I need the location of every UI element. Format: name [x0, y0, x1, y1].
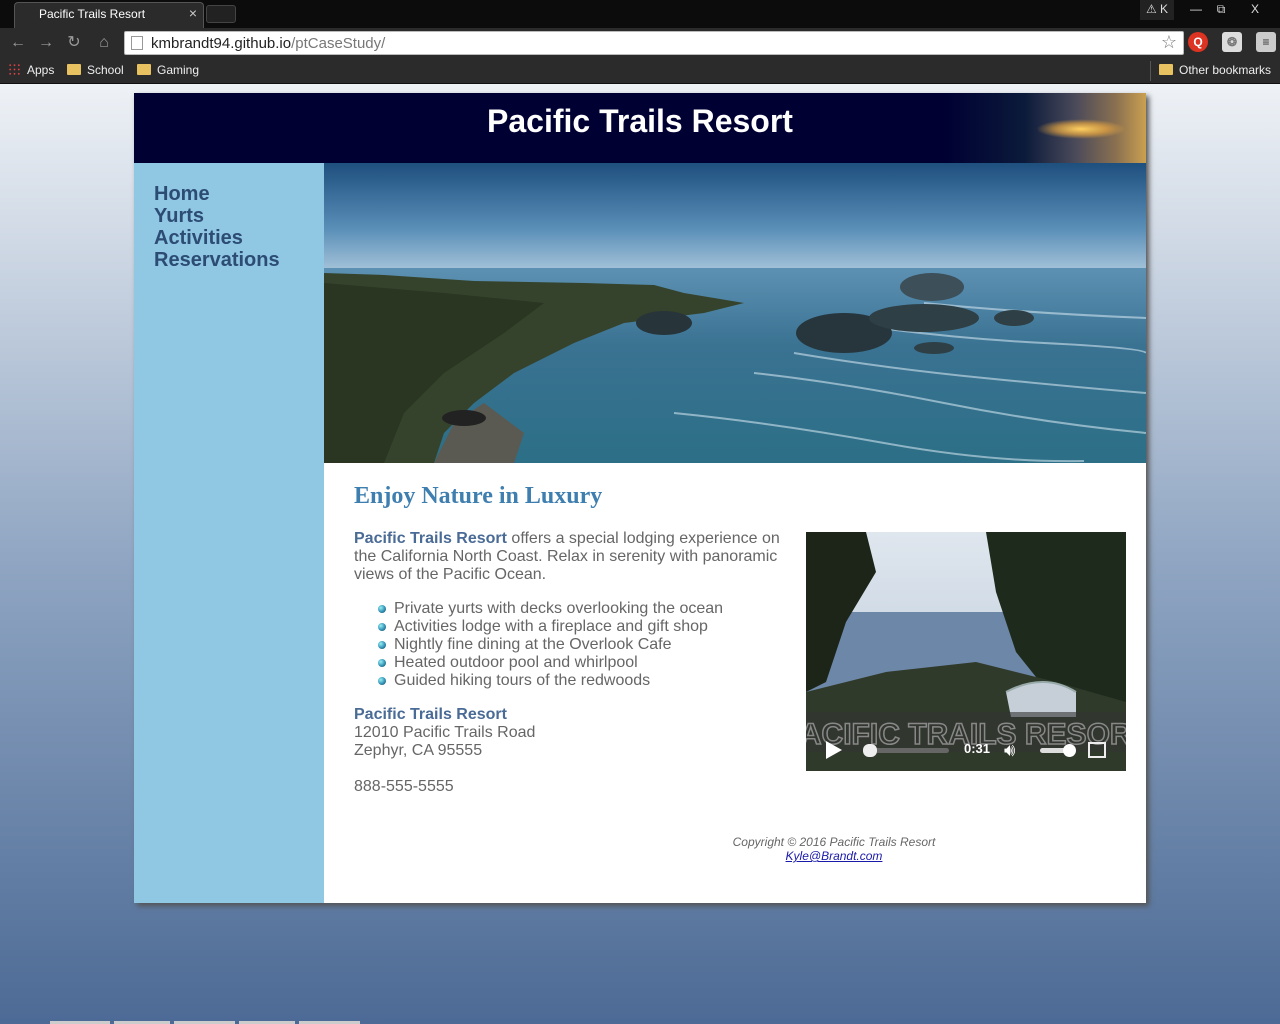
bullet-icon [378, 605, 386, 613]
bullet-icon [378, 659, 386, 667]
volume-icon[interactable]: 🔊︎ [1004, 740, 1015, 761]
contact-address: Pacific Trails Resort 12010 Pacific Trai… [354, 706, 535, 760]
features-list: Private yurts with decks overlooking the… [374, 600, 723, 690]
address-name: Pacific Trails Resort [354, 706, 507, 723]
back-arrow-icon[interactable]: ← [8, 33, 28, 53]
copyright-text: Copyright © 2016 Pacific Trails Resort [732, 835, 936, 849]
play-icon[interactable] [826, 741, 842, 759]
bookmark-gaming-label: Gaming [157, 63, 200, 77]
folder-icon [137, 64, 151, 75]
restore-button[interactable]: ⧉ [1209, 0, 1233, 20]
bookmark-other-label: Other bookmarks [1179, 63, 1272, 77]
seek-handle[interactable] [863, 744, 878, 757]
feature-text: Activities lodge with a fireplace and gi… [394, 618, 708, 635]
nav-link-reservations[interactable]: Reservations [154, 249, 280, 271]
menu-icon[interactable]: ≡ [1256, 32, 1276, 52]
address-bar[interactable]: kmbrandt94.github.io/ptCaseStudy/ ☆ [124, 31, 1184, 55]
list-item: Activities lodge with a fireplace and gi… [374, 618, 723, 636]
nav-link-home[interactable]: Home [154, 183, 280, 205]
folder-icon [67, 64, 81, 75]
browser-toolbar: ← → ↻ ⌂ kmbrandt94.github.io/ptCaseStudy… [0, 28, 1280, 58]
minimize-button[interactable]: — [1184, 0, 1208, 20]
bookmark-star-icon[interactable]: ☆ [1161, 32, 1177, 53]
page-heading: Enjoy Nature in Luxury [354, 483, 603, 509]
video-time: 0:31 [964, 741, 991, 756]
list-item: Heated outdoor pool and whirlpool [374, 654, 723, 672]
reload-icon[interactable]: ↻ [64, 33, 84, 53]
url-host: kmbrandt94.github.io [151, 35, 292, 52]
bookmark-school[interactable]: School [67, 63, 124, 77]
video-player[interactable]: PACIFIC TRAILS RESORT 0:31 🔊︎ [806, 532, 1126, 771]
close-window-button[interactable]: X [1236, 0, 1274, 20]
intro-brand: Pacific Trails Resort [354, 530, 507, 547]
close-tab-icon[interactable]: × [189, 5, 197, 21]
extension-icon[interactable]: ❂ [1222, 32, 1242, 52]
phone-number: 888-555-5555 [354, 778, 454, 795]
volume-handle[interactable] [1063, 744, 1076, 757]
browser-chrome: Pacific Trails Resort × ⚠ K — ⧉ X ← → ↻ … [0, 0, 1280, 84]
main-content: Enjoy Nature in Luxury Pacific Trails Re… [324, 463, 1146, 903]
bullet-icon [378, 641, 386, 649]
email-link[interactable]: Kyle@Brandt.com [786, 849, 883, 863]
coastline-hero-image [324, 163, 1146, 463]
bookmark-apps-label: Apps [27, 63, 55, 77]
profile-alert-icon[interactable]: ⚠ K [1140, 0, 1174, 20]
sidebar-nav: Home Yurts Activities Reservations [134, 163, 324, 903]
list-item: Private yurts with decks overlooking the… [374, 600, 723, 618]
address-street: 12010 Pacific Trails Road [354, 724, 536, 741]
bookmarks-divider [1150, 61, 1151, 81]
video-controls: 0:31 🔊︎ [806, 731, 1126, 771]
site-header: Pacific Trails Resort [134, 93, 1146, 163]
list-item: Nightly fine dining at the Overlook Cafe [374, 636, 723, 654]
list-item: Guided hiking tours of the redwoods [374, 672, 723, 690]
nav-link-activities[interactable]: Activities [154, 227, 280, 249]
tab-strip: Pacific Trails Resort × ⚠ K — ⧉ X [0, 0, 1280, 28]
folder-icon [1159, 64, 1173, 75]
bookmarks-bar: Apps School Gaming Other bookmarks [0, 58, 1280, 84]
bullet-icon [378, 677, 386, 685]
footer: Copyright © 2016 Pacific Trails Resort K… [514, 835, 1154, 863]
bookmark-apps[interactable]: Apps [8, 63, 54, 77]
bullet-icon [378, 623, 386, 631]
home-icon[interactable]: ⌂ [94, 33, 114, 53]
new-tab-button[interactable] [206, 5, 236, 23]
bookmark-other[interactable]: Other bookmarks [1159, 63, 1271, 77]
address-city: Zephyr, CA 95555 [354, 742, 483, 759]
tab-title: Pacific Trails Resort [39, 7, 146, 21]
volume-slider[interactable] [1040, 744, 1076, 757]
quora-extension-icon[interactable]: Q [1188, 32, 1208, 52]
url-path: /ptCaseStudy/ [291, 35, 386, 52]
feature-text: Heated outdoor pool and whirlpool [394, 654, 638, 671]
page-wrapper: Pacific Trails Resort Home Yurts Activit… [134, 93, 1146, 903]
nav-link-yurts[interactable]: Yurts [154, 205, 280, 227]
bookmark-gaming[interactable]: Gaming [137, 63, 199, 77]
intro-paragraph: Pacific Trails Resort offers a special l… [354, 530, 794, 584]
feature-text: Private yurts with decks overlooking the… [394, 600, 724, 617]
bookmark-school-label: School [87, 63, 124, 77]
page-icon [131, 36, 143, 50]
tab-pacific-trails[interactable]: Pacific Trails Resort × [14, 2, 204, 28]
feature-text: Nightly fine dining at the Overlook Cafe [394, 636, 672, 653]
site-title: Pacific Trails Resort [487, 103, 793, 139]
forward-arrow-icon[interactable]: → [36, 33, 56, 53]
fullscreen-icon[interactable] [1088, 742, 1106, 758]
seek-bar[interactable] [863, 744, 949, 757]
apps-grid-icon [8, 63, 21, 76]
feature-text: Guided hiking tours of the redwoods [394, 672, 651, 689]
